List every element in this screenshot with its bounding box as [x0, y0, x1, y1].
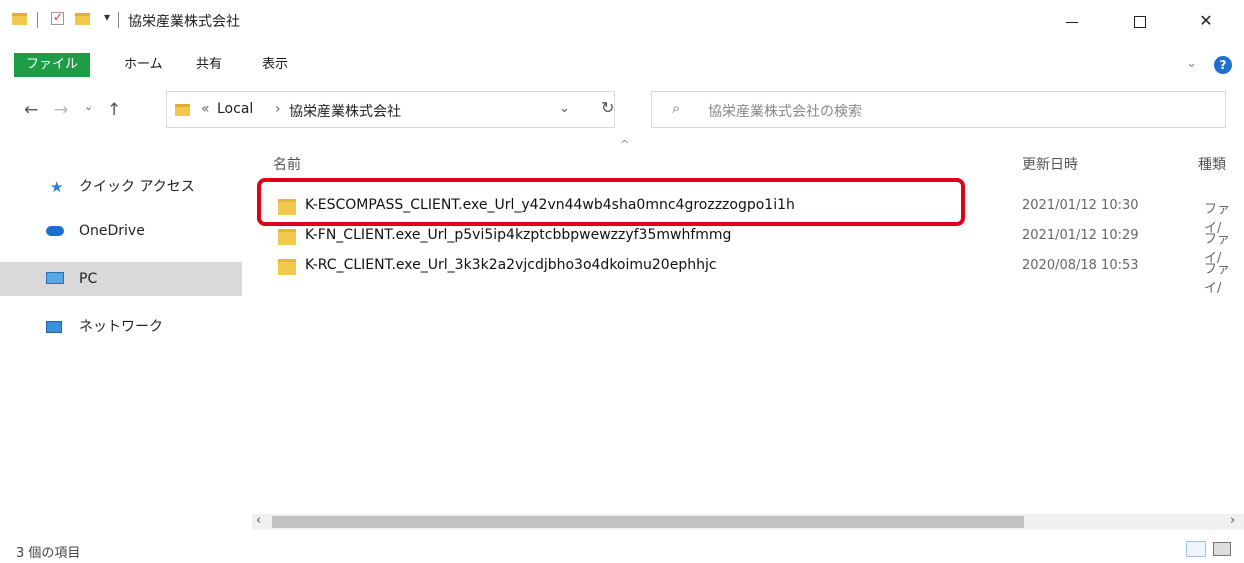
- network-icon: [46, 321, 62, 333]
- address-bar[interactable]: « Local › 協栄産業株式会社 ⌄: [166, 91, 615, 128]
- search-box[interactable]: ⌕ 協栄産業株式会社の検索: [651, 91, 1226, 128]
- tab-home[interactable]: ホーム: [116, 53, 171, 77]
- scroll-right-icon[interactable]: ›: [1230, 513, 1235, 528]
- tab-file[interactable]: ファイル: [14, 53, 91, 77]
- back-button[interactable]: ←: [24, 100, 38, 120]
- column-type-header[interactable]: 種類: [1198, 154, 1226, 174]
- breadcrumb-separator[interactable]: ›: [275, 101, 281, 117]
- scrollbar-thumb[interactable]: [272, 516, 1024, 528]
- separator: [37, 12, 38, 28]
- overflow-breadcrumb[interactable]: «: [201, 101, 210, 117]
- file-date: 2021/01/12 10:30: [1022, 198, 1139, 213]
- refresh-icon[interactable]: ↻: [601, 98, 614, 117]
- help-icon[interactable]: ?: [1214, 56, 1232, 74]
- recent-locations-icon[interactable]: ⌄: [84, 100, 93, 113]
- monitor-icon: [46, 272, 64, 284]
- nav-label: PC: [79, 271, 98, 287]
- nav-label: ネットワーク: [79, 319, 163, 335]
- highlight-annotation: [257, 178, 965, 226]
- nav-label: OneDrive: [79, 223, 145, 239]
- window-title: 協栄産業株式会社: [128, 14, 240, 30]
- file-date: 2020/08/18 10:53: [1022, 258, 1139, 273]
- minimize-icon: [1066, 22, 1078, 23]
- folder-icon: [175, 104, 190, 116]
- quick-access-dropdown-icon[interactable]: ▾: [104, 10, 110, 24]
- search-placeholder[interactable]: 協栄産業株式会社の検索: [708, 101, 862, 121]
- folder-icon: [12, 13, 27, 25]
- file-type: ファイ/: [1204, 262, 1231, 296]
- table-row[interactable]: K-RC_CLIENT.exe_Url_3k3k2a2vjcdjbho3o4dk…: [268, 255, 1244, 296]
- address-dropdown-icon[interactable]: ⌄: [559, 101, 570, 116]
- nav-network[interactable]: ネットワーク: [0, 310, 242, 344]
- maximize-icon: [1134, 16, 1146, 28]
- breadcrumb-current[interactable]: 協栄産業株式会社: [289, 101, 401, 121]
- nav-quick-access[interactable]: ★ クイック アクセス: [0, 170, 242, 204]
- star-icon: ★: [50, 178, 64, 196]
- close-button[interactable]: ✕: [1186, 6, 1226, 36]
- maximize-button[interactable]: [1120, 6, 1160, 36]
- large-icons-view-icon[interactable]: [1213, 542, 1231, 556]
- close-icon: ✕: [1199, 11, 1213, 30]
- nav-pc[interactable]: PC: [0, 262, 242, 296]
- separator: [118, 12, 119, 28]
- new-folder-icon[interactable]: [75, 13, 90, 25]
- cloud-icon: [46, 226, 64, 236]
- tab-share[interactable]: 共有: [188, 53, 230, 77]
- scroll-left-icon[interactable]: ‹: [256, 513, 261, 528]
- file-date: 2021/01/12 10:29: [1022, 228, 1139, 243]
- up-button[interactable]: ↑: [107, 100, 121, 120]
- folder-icon: [278, 229, 296, 245]
- forward-button[interactable]: →: [54, 100, 68, 120]
- details-view-icon[interactable]: [1186, 541, 1206, 557]
- column-name-header[interactable]: 名前: [273, 154, 301, 174]
- properties-check-icon[interactable]: [51, 10, 64, 25]
- minimize-button[interactable]: [1052, 6, 1092, 36]
- nav-onedrive[interactable]: OneDrive: [0, 214, 242, 248]
- search-icon: ⌕: [672, 99, 681, 117]
- file-name: K-FN_CLIENT.exe_Url_p5vi5ip4kzptcbbpwewz…: [305, 227, 732, 243]
- file-name: K-RC_CLIENT.exe_Url_3k3k2a2vjcdjbho3o4dk…: [305, 257, 717, 273]
- sort-ascending-icon[interactable]: ^: [620, 138, 629, 151]
- title-bar: ▾ 協栄産業株式会社 ✕: [0, 0, 1244, 42]
- folder-icon: [278, 259, 296, 275]
- status-item-count: 3 個の項目: [16, 546, 81, 561]
- ribbon-expand-icon[interactable]: ⌄: [1186, 56, 1197, 71]
- nav-label: クイック アクセス: [79, 179, 195, 195]
- column-date-header[interactable]: 更新日時: [1022, 154, 1078, 174]
- table-row[interactable]: K-FN_CLIENT.exe_Url_p5vi5ip4kzptcbbpwewz…: [268, 225, 1244, 266]
- breadcrumb-local[interactable]: Local: [217, 101, 253, 117]
- tab-view[interactable]: 表示: [254, 53, 296, 77]
- horizontal-scrollbar[interactable]: ‹ ›: [252, 513, 1244, 530]
